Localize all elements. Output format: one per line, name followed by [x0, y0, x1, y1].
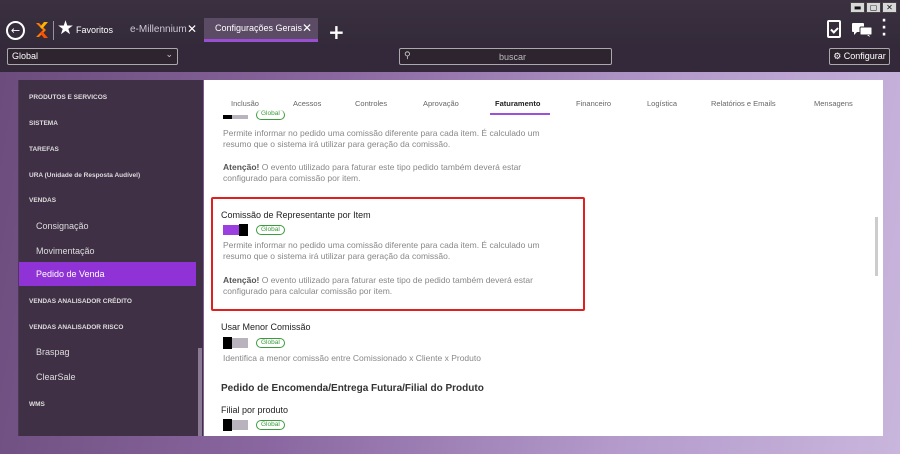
search-box[interactable]: ⚲ — [399, 48, 612, 65]
favorites-label[interactable]: Favoritos — [76, 25, 113, 35]
description-line: Permite informar no pedido uma comissão … — [223, 128, 540, 138]
setting-title: Usar Menor Comissão — [221, 322, 311, 332]
toggle-knob — [223, 337, 232, 349]
sidebar-item-ura[interactable]: URA (Unidade de Resposta Audível) — [19, 172, 196, 179]
more-options-icon[interactable]: · · · — [880, 14, 888, 42]
tab-logistica[interactable]: Logística — [647, 99, 677, 108]
close-window-button[interactable]: ✕ — [882, 2, 897, 13]
close-tab-icon[interactable]: ✕ — [187, 22, 197, 36]
setting-description: Permite informar no pedido uma comissão … — [223, 128, 583, 150]
setting-toggle[interactable] — [223, 115, 248, 127]
app-logo-icon — [36, 22, 48, 38]
tab-acessos[interactable]: Acessos — [293, 99, 321, 108]
sidebar-item-wms[interactable]: WMS — [19, 401, 196, 408]
sidebar-item-pedido-de-venda[interactable]: Pedido de Venda — [19, 262, 196, 286]
setting-description: Identifica a menor comissão entre Comiss… — [223, 353, 481, 363]
sidebar-item-sistema[interactable]: SISTEMA — [19, 120, 196, 127]
back-button[interactable]: ← — [6, 21, 25, 40]
search-input[interactable] — [420, 50, 605, 63]
tab-faturamento[interactable]: Faturamento — [495, 99, 540, 108]
sidebar-item-consignacao[interactable]: Consignação — [19, 221, 196, 231]
tab-relatorios-emails[interactable]: Relatórios e Emails — [711, 99, 776, 108]
setting-toggle-off[interactable] — [223, 337, 248, 349]
window-controls: ▬ ▢ ✕ — [850, 2, 897, 13]
configure-button[interactable]: ⚙ Configurar — [829, 48, 890, 65]
minimize-button[interactable]: ▬ — [850, 2, 865, 13]
title-bar: ▬ ▢ ✕ ← ★ Favoritos e-Millennium ✕ Confi… — [0, 0, 900, 44]
warning-label: Atenção! — [223, 162, 260, 172]
content-scrollbar[interactable] — [875, 217, 878, 276]
maximize-button[interactable]: ▢ — [866, 2, 881, 13]
scope-select-value: Global — [12, 51, 39, 61]
clipboard-check-icon[interactable] — [827, 20, 841, 38]
active-tab-indicator — [490, 113, 550, 115]
sidebar-item-vendas-analisador-credito[interactable]: VENDAS ANALISADOR CRÉDITO — [19, 298, 196, 305]
tab-mensagens[interactable]: Mensagens — [814, 99, 853, 108]
divider — [53, 21, 54, 40]
setting-title: Filial por produto — [221, 405, 289, 415]
description-line: resumo que o sistema irá utilizar para g… — [223, 139, 451, 149]
tab-aprovacao[interactable]: Aprovação — [423, 99, 459, 108]
chat-icon[interactable] — [852, 23, 872, 37]
close-tab-icon[interactable]: ✕ — [302, 21, 312, 35]
toggle-knob — [223, 115, 232, 119]
scope-badge: Global — [256, 338, 285, 348]
warning-line: Atenção! O evento utilizado para faturar… — [223, 162, 583, 173]
sidebar-scrollbar[interactable] — [198, 348, 202, 436]
tab-e-millennium[interactable]: e-Millennium — [130, 24, 187, 35]
toggle-knob — [223, 419, 232, 431]
scope-select[interactable]: Global ⌄ — [7, 48, 178, 65]
tab-configuracoes-gerais[interactable]: Configurações Gerais ✕ — [204, 18, 318, 42]
section-title: Pedido de Encomenda/Entrega Futura/Filia… — [221, 383, 484, 394]
search-icon: ⚲ — [404, 51, 411, 61]
sidebar-item-produtos-servicos[interactable]: PRODUTOS E SERVICOS — [19, 94, 196, 101]
settings-tabs: Inclusão Acessos Controles Aprovação Fat… — [204, 99, 874, 113]
sidebar-item-braspag[interactable]: Braspag — [19, 347, 196, 357]
sidebar-item-vendas-analisador-risco[interactable]: VENDAS ANALISADOR RISCO — [19, 324, 196, 331]
warning-text: O evento utilizado para faturar este tip… — [259, 162, 522, 172]
setting-warning: Atenção! O evento utilizado para faturar… — [223, 162, 583, 184]
star-icon[interactable]: ★ — [57, 17, 74, 39]
toolbar: Global ⌄ ⚲ ⚙ Configurar — [0, 44, 900, 72]
warning-line: configurado para comissão por item. — [223, 173, 361, 183]
tab-inclusao[interactable]: Inclusão — [231, 99, 259, 108]
sidebar-item-vendas[interactable]: VENDAS — [19, 197, 196, 204]
toggle-track — [232, 115, 248, 119]
tab-label: Configurações Gerais — [215, 23, 303, 33]
tab-financeiro[interactable]: Financeiro — [576, 99, 611, 108]
add-tab-button[interactable]: + — [328, 22, 345, 42]
tab-controles[interactable]: Controles — [355, 99, 387, 108]
sidebar-item-tarefas[interactable]: TAREFAS — [19, 146, 196, 153]
setting-toggle-off[interactable] — [223, 419, 248, 431]
scope-badge: Global — [256, 110, 285, 120]
toggle-track — [232, 338, 248, 348]
highlight-annotation — [211, 197, 585, 311]
chevron-down-icon: ⌄ — [165, 50, 173, 60]
toggle-track — [232, 420, 248, 430]
sidebar-item-clearsale[interactable]: ClearSale — [19, 372, 196, 382]
scope-badge: Global — [256, 420, 285, 430]
sidebar-item-movimentacao[interactable]: Movimentação — [19, 246, 196, 256]
sidebar: PRODUTOS E SERVICOS SISTEMA TAREFAS URA … — [18, 80, 203, 436]
